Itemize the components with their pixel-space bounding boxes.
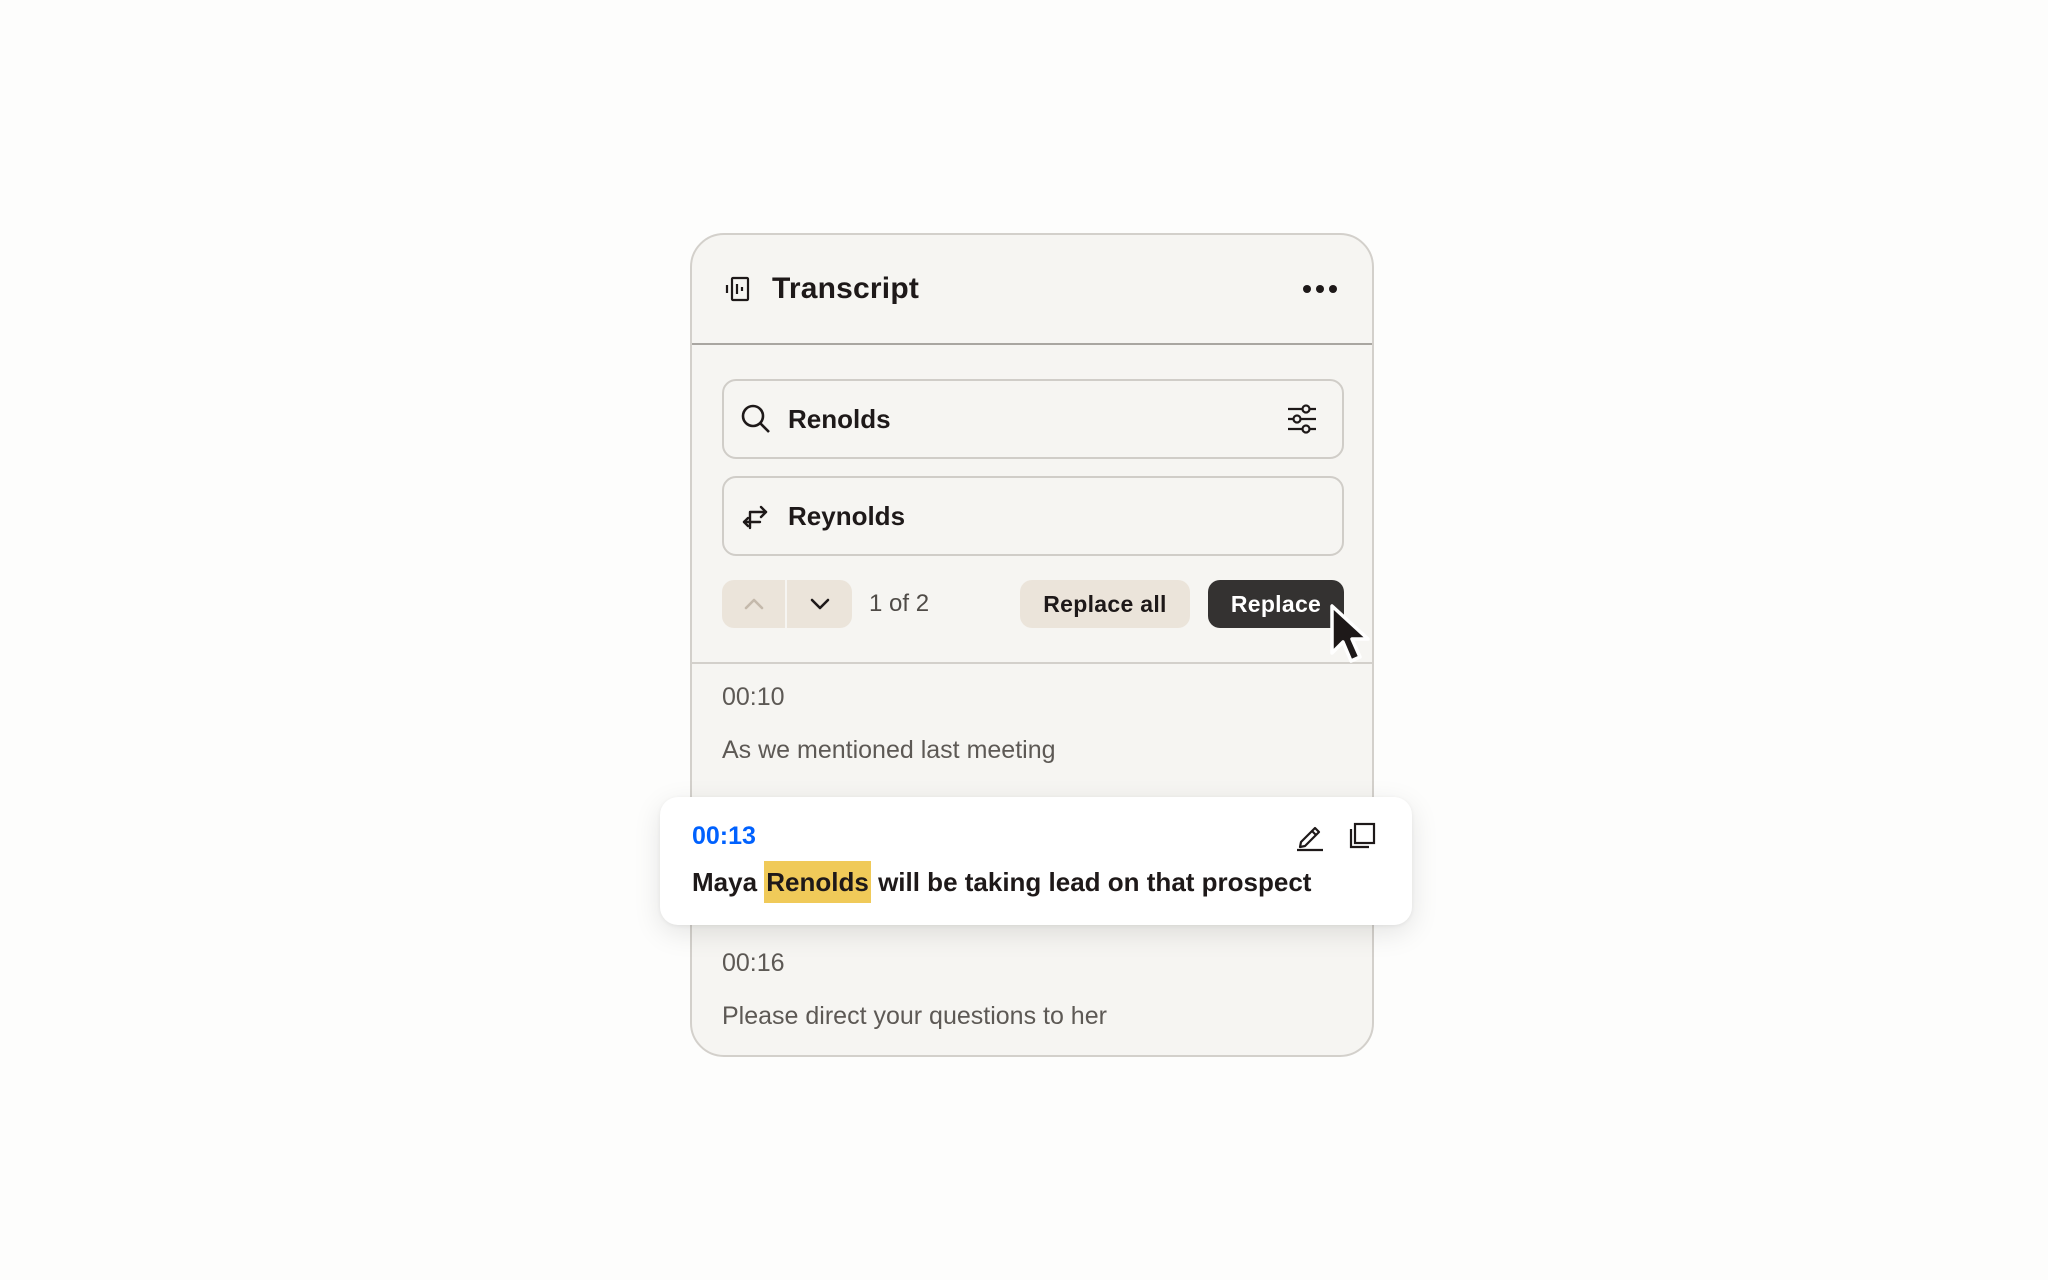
find-replace-controls: 1 of 2 Replace all Replace [722, 580, 1344, 628]
panel-header: Transcript [692, 235, 1372, 345]
panel-title: Transcript [772, 272, 920, 305]
search-input[interactable]: Renolds [722, 379, 1344, 459]
mouse-pointer-icon [1330, 604, 1370, 663]
edit-pencil-icon[interactable] [1292, 818, 1328, 854]
replace-value[interactable]: Reynolds [788, 501, 1320, 532]
active-transcript-entry[interactable]: 00:13 Maya Renolds will be taking lead o… [660, 797, 1412, 925]
copy-icon[interactable] [1344, 818, 1380, 854]
match-counter: 1 of 2 [869, 590, 930, 617]
entry-text: As we mentioned last meeting [722, 736, 1056, 764]
replace-button[interactable]: Replace [1208, 580, 1344, 628]
transcript-panel: Transcript Renolds Reynolds 1 of 2 Repla… [690, 233, 1374, 1057]
transcript-entry[interactable]: 00:16 Please direct your questions to he… [722, 949, 1107, 1031]
search-icon [738, 401, 774, 437]
entry-timestamp[interactable]: 00:16 [722, 949, 1107, 978]
entry-text: Maya Renolds will be taking lead on that… [692, 861, 1380, 903]
entry-text-before: Maya [692, 867, 765, 897]
match-navigation [722, 580, 852, 628]
replace-input[interactable]: Reynolds [722, 476, 1344, 556]
more-horizontal-icon[interactable] [1300, 274, 1340, 304]
entry-timestamp[interactable]: 00:13 [692, 822, 1276, 851]
previous-match-button[interactable] [722, 580, 787, 628]
search-match-highlight: Renolds [764, 861, 871, 903]
search-value[interactable]: Renolds [788, 404, 1284, 435]
transcript-entry[interactable]: 00:10 As we mentioned last meeting [722, 683, 1056, 765]
replace-all-button[interactable]: Replace all [1020, 580, 1190, 628]
entry-text: Please direct your questions to her [722, 1002, 1107, 1030]
swap-arrows-icon [738, 498, 774, 534]
divider [692, 662, 1372, 664]
entry-timestamp[interactable]: 00:10 [722, 683, 1056, 712]
entry-text-after: will be taking lead on that prospect [870, 867, 1312, 897]
next-match-button[interactable] [787, 580, 852, 628]
sliders-icon[interactable] [1284, 401, 1320, 437]
transcript-icon [724, 274, 754, 304]
